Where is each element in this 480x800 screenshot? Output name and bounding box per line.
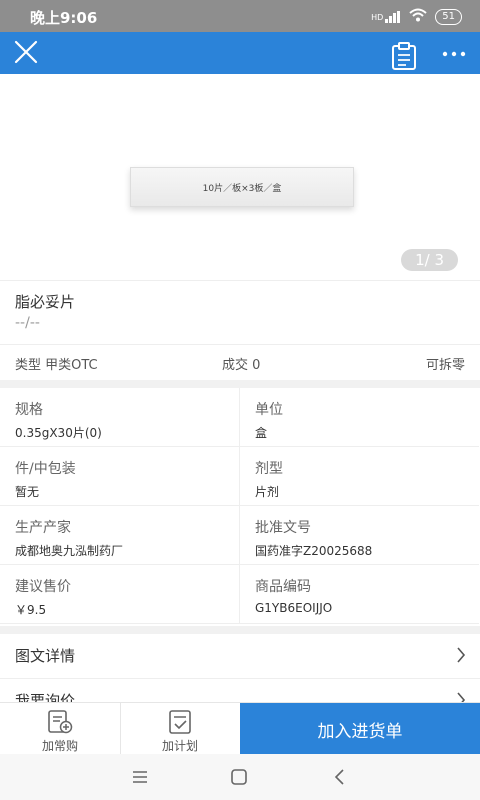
detail-value: 盒 <box>255 426 268 440</box>
detail-value: G1YB6EOIJJO <box>255 601 333 615</box>
detail-spec: 规格 0.35gX30片(0) <box>0 388 240 447</box>
detail-label: 生产产家 <box>15 520 71 536</box>
wifi-icon <box>409 7 427 26</box>
detail-value: 成都地奥九泓制药厂 <box>15 544 124 558</box>
battery-indicator: 51 <box>435 8 462 25</box>
detail-manufacturer: 生产产家 成都地奥九泓制药厂 <box>0 506 240 565</box>
signal-icon: HD <box>371 10 401 23</box>
product-meta-row: 类型 甲类OTC 成交 0 可拆零 <box>0 344 480 381</box>
detail-value: 0.35gX30片(0) <box>15 426 102 440</box>
image-counter: 1/ 3 <box>401 249 458 271</box>
close-icon[interactable] <box>12 38 40 66</box>
detail-value: 片剂 <box>255 485 280 499</box>
detail-package: 件/中包装 暂无 <box>0 447 240 506</box>
detail-label: 批准文号 <box>255 520 311 536</box>
split-label: 可拆零 <box>425 358 465 373</box>
add-plan-button[interactable]: 加计划 <box>120 703 240 755</box>
add-common-purchase-label: 加常购 <box>41 739 78 753</box>
detail-value: ￥9.5 <box>15 603 47 617</box>
detail-unit: 单位 盒 <box>240 388 479 447</box>
add-common-purchase-button[interactable]: 加常购 <box>0 703 121 755</box>
detail-price: 建议售价 ￥9.5 <box>0 565 240 624</box>
link-label: 图文详情 <box>15 647 76 665</box>
detail-approval-number: 批准文号 国药准字Z20025688 <box>240 506 479 565</box>
detail-label: 剂型 <box>255 461 283 477</box>
add-to-order-button[interactable]: 加入进货单 <box>240 703 480 755</box>
more-icon[interactable] <box>440 44 468 64</box>
product-type: 类型 甲类OTC <box>15 358 98 373</box>
bottom-action-bar: 加常购 加计划 加入进货单 <box>0 702 480 755</box>
detail-product-code: 商品编码 G1YB6EOIJJO <box>240 565 479 624</box>
deal-count: 成交 0 <box>222 358 261 373</box>
add-plan-label: 加计划 <box>161 739 198 753</box>
detail-value: 暂无 <box>15 485 40 499</box>
detail-link-row[interactable]: 图文详情 <box>0 634 480 679</box>
status-bar: 晚上9:06 HD 51 <box>0 0 480 32</box>
menu-icon[interactable] <box>130 767 150 787</box>
box-label: 10片／板×3板／盒 <box>202 183 282 194</box>
product-name: 脂必妥片 <box>15 293 76 311</box>
status-icons: HD 51 <box>371 7 462 26</box>
back-icon[interactable] <box>330 767 350 787</box>
product-subtitle: --/-- <box>15 315 40 331</box>
product-details-grid: 规格 0.35gX30片(0) 单位 盒 件/中包装 暂无 剂型 片剂 生产产家… <box>0 388 480 624</box>
detail-label: 建议售价 <box>15 579 71 595</box>
detail-dosage-form: 剂型 片剂 <box>240 447 479 506</box>
detail-value: 国药准字Z20025688 <box>255 544 373 558</box>
home-icon[interactable] <box>229 767 249 787</box>
detail-label: 商品编码 <box>255 579 311 595</box>
system-navigation-bar <box>0 754 480 800</box>
clipboard-icon[interactable] <box>390 41 418 71</box>
product-image-gallery[interactable]: 10片／板×3板／盒 1/ 3 <box>0 74 480 280</box>
detail-label: 规格 <box>15 402 43 418</box>
checklist-icon <box>169 710 191 734</box>
section-divider <box>0 380 480 388</box>
detail-label: 件/中包装 <box>15 461 76 477</box>
top-app-bar <box>0 32 480 74</box>
chevron-right-icon <box>457 647 466 663</box>
detail-label: 单位 <box>255 402 283 418</box>
product-title-section: 脂必妥片 --/-- <box>0 280 480 345</box>
section-divider <box>0 626 480 634</box>
product-image: 10片／板×3板／盒 <box>130 167 354 207</box>
add-document-icon <box>48 710 73 734</box>
status-time: 晚上9:06 <box>30 9 98 27</box>
